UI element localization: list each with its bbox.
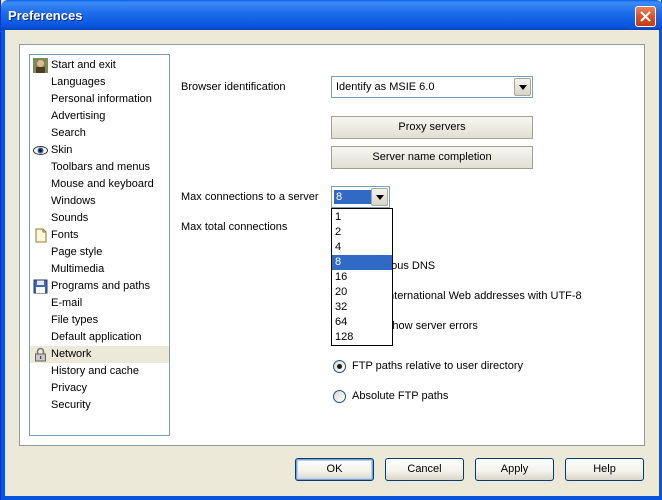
- chevron-down-icon: [376, 195, 384, 200]
- dropdown-option[interactable]: 20: [332, 285, 392, 300]
- show-server-errors-label: Show server errors: [385, 320, 478, 332]
- ftp-absolute-radio[interactable]: [333, 390, 346, 403]
- sidebar-item-e-mail[interactable]: E-mail: [30, 295, 169, 312]
- sidebar-item-label: Privacy: [51, 382, 88, 394]
- sidebar-item-label: E-mail: [51, 297, 83, 309]
- sidebar-item-personal-information[interactable]: Personal information: [30, 91, 169, 108]
- sidebar-item-label: Languages: [51, 76, 106, 88]
- sidebar-item-default-application[interactable]: Default application: [30, 329, 169, 346]
- sidebar-item-windows[interactable]: Windows: [30, 193, 169, 210]
- proxy-servers-button[interactable]: Proxy servers: [331, 116, 533, 139]
- preferences-category-tree: Start and exit Languages Personal inform…: [29, 54, 170, 436]
- sidebar-item-label: Network: [51, 348, 92, 360]
- max-total-connections-label: Max total connections: [181, 221, 288, 233]
- sidebar-item-languages[interactable]: Languages: [30, 74, 169, 91]
- dropdown-option-selected[interactable]: 8: [332, 255, 392, 270]
- apply-button[interactable]: Apply: [475, 458, 554, 481]
- sidebar-item-search[interactable]: Search: [30, 125, 169, 142]
- chevron-down-icon: [519, 85, 527, 90]
- sidebar-item-label: Default application: [51, 331, 142, 343]
- max-connections-dropdown-list: 1 2 4 8 16 20 32 64 128: [331, 208, 393, 346]
- dropdown-option[interactable]: 4: [332, 240, 392, 255]
- dropdown-option[interactable]: 128: [332, 330, 392, 345]
- sidebar-item-history-and-cache[interactable]: History and cache: [30, 363, 169, 380]
- sidebar-item-privacy[interactable]: Privacy: [30, 380, 169, 397]
- window-title: Preferences: [8, 8, 83, 23]
- sidebar-item-start-and-exit[interactable]: Start and exit: [30, 57, 169, 74]
- user-avatar-icon: [33, 58, 48, 73]
- floppy-disk-icon: [33, 279, 48, 294]
- sidebar-item-label: Page style: [51, 246, 103, 258]
- browser-identification-label: Browser identification: [181, 81, 286, 93]
- ok-button[interactable]: OK: [295, 458, 374, 481]
- sidebar-item-label: Windows: [51, 195, 96, 207]
- cancel-button[interactable]: Cancel: [385, 458, 464, 481]
- sidebar-item-label: Sounds: [51, 212, 89, 224]
- sidebar-item-label: Multimedia: [51, 263, 105, 275]
- browser-identification-value: Identify as MSIE 6.0: [336, 81, 435, 93]
- sidebar-item-label: Programs and paths: [51, 280, 151, 292]
- sidebar-item-fonts[interactable]: Fonts: [30, 227, 169, 244]
- max-connections-server-label: Max connections to a server: [181, 191, 319, 203]
- ftp-absolute-label: Absolute FTP paths: [352, 390, 449, 402]
- title-bar[interactable]: Preferences: [1, 0, 662, 30]
- sidebar-item-file-types[interactable]: File types: [30, 312, 169, 329]
- window-border-bottom: [1, 496, 662, 500]
- dropdown-option[interactable]: 2: [332, 225, 392, 240]
- sidebar-item-advertising[interactable]: Advertising: [30, 108, 169, 125]
- sidebar-item-label: Personal information: [51, 93, 152, 105]
- preferences-window: Preferences Start and exit Languages Per…: [0, 0, 662, 500]
- server-name-completion-button[interactable]: Server name completion: [331, 146, 533, 169]
- sidebar-item-label: Start and exit: [51, 59, 116, 71]
- ftp-relative-label: FTP paths relative to user directory: [352, 360, 523, 372]
- max-connections-server-value: 8: [334, 190, 372, 204]
- dropdown-option[interactable]: 16: [332, 270, 392, 285]
- sidebar-item-skin[interactable]: Skin: [30, 142, 169, 159]
- ftp-relative-radio[interactable]: [333, 360, 346, 373]
- sidebar-item-security[interactable]: Security: [30, 397, 169, 414]
- sidebar-item-programs-and-paths[interactable]: Programs and paths: [30, 278, 169, 295]
- eye-icon: [33, 146, 48, 155]
- sidebar-item-label: Toolbars and menus: [51, 161, 151, 173]
- sidebar-item-sounds[interactable]: Sounds: [30, 210, 169, 227]
- sidebar-item-label: Advertising: [51, 110, 106, 122]
- sidebar-item-label: Search: [51, 127, 86, 139]
- max-connections-dropdown-button[interactable]: [371, 188, 388, 206]
- document-icon: [35, 228, 47, 243]
- dropdown-option[interactable]: 32: [332, 300, 392, 315]
- lock-icon: [35, 347, 46, 362]
- sidebar-item-multimedia[interactable]: Multimedia: [30, 261, 169, 278]
- close-button[interactable]: [635, 6, 656, 27]
- sidebar-item-label: Skin: [51, 144, 73, 156]
- dropdown-option[interactable]: 64: [332, 315, 392, 330]
- sidebar-item-mouse-and-keyboard[interactable]: Mouse and keyboard: [30, 176, 169, 193]
- window-border-left: [1, 30, 5, 500]
- browser-identification-dropdown-button[interactable]: [514, 78, 531, 96]
- sidebar-item-label: Mouse and keyboard: [51, 178, 154, 190]
- help-button[interactable]: Help: [565, 458, 644, 481]
- sidebar-item-label: Security: [51, 399, 91, 411]
- sidebar-item-label: History and cache: [51, 365, 140, 377]
- browser-identification-select[interactable]: Identify as MSIE 6.0: [331, 76, 533, 98]
- dropdown-option[interactable]: 1: [332, 210, 392, 225]
- sidebar-item-network[interactable]: Network: [30, 346, 169, 363]
- sidebar-item-label: File types: [51, 314, 99, 326]
- sidebar-item-page-style[interactable]: Page style: [30, 244, 169, 261]
- max-connections-server-select[interactable]: 8: [331, 186, 390, 208]
- radio-dot: [337, 364, 342, 369]
- sidebar-item-toolbars-and-menus[interactable]: Toolbars and menus: [30, 159, 169, 176]
- close-icon: [640, 11, 651, 22]
- sidebar-item-label: Fonts: [51, 229, 79, 241]
- utf8-addresses-label: International Web addresses with UTF-8: [385, 290, 582, 302]
